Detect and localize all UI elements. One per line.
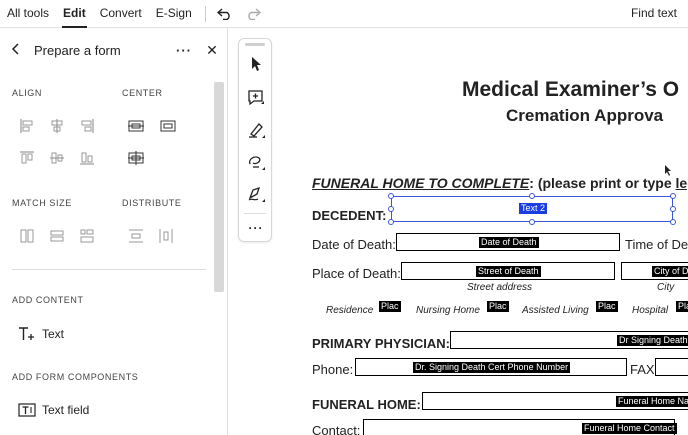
print-note-end: legib [675,175,688,191]
resize-handle-mr[interactable] [670,206,676,212]
toolbar-more-icon[interactable]: ··· [245,217,267,239]
print-note: : (please print or type [529,175,676,191]
menu-all-tools[interactable]: All tools [0,0,56,28]
doc-title: Medical Examiner’s O [462,78,680,101]
add-text-label: Text [42,327,65,341]
contact-label: Contact: [312,423,361,435]
redo-icon[interactable] [242,3,264,25]
draw-freeform-icon[interactable] [245,151,267,173]
menu-edit[interactable]: Edit [56,0,93,28]
center-both-icon[interactable] [125,147,147,169]
pdf-document-page: Medical Examiner’s O Cremation Approva F… [285,28,688,435]
city-of-death-tag: City of De [652,266,688,277]
center-vertical-icon[interactable] [157,115,179,137]
menu-convert[interactable]: Convert [93,0,149,28]
panel-title: Prepare a form [34,42,121,58]
undo-icon[interactable] [214,3,236,25]
align-vertical-middle-icon[interactable] [46,147,68,169]
add-form-components-label: ADD FORM COMPONENTS [12,372,139,382]
highlight-pen-icon[interactable] [245,119,267,141]
align-right-icon[interactable] [76,115,98,137]
time-of-death-label: Time of De [625,237,688,252]
sign-fill-icon[interactable] [245,183,267,205]
menu-esign[interactable]: E-Sign [149,0,199,28]
text-field-icon [18,401,36,419]
back-arrow-icon[interactable] [10,42,22,58]
date-of-death-tag: Date of Death [479,237,539,248]
resize-handle-tr[interactable] [670,193,676,199]
match-width-icon[interactable] [16,225,38,247]
resize-handle-bc[interactable] [529,219,535,225]
city-caption: City [657,282,675,293]
assisted-living-label: Assisted Living [522,305,589,316]
resize-handle-tc[interactable] [529,193,535,199]
match-height-icon[interactable] [46,225,68,247]
residence-checkbox[interactable]: Plac [379,301,401,312]
nursing-home-label: Nursing Home [416,305,480,316]
add-content-label: ADD CONTENT [12,295,84,305]
center-horizontal-icon[interactable] [125,115,147,137]
text-field-label: Text field [42,403,90,417]
phone-tag: Dr. Signing Death Cert Phone Number [413,362,571,373]
hospital-checkbox[interactable]: Pla [676,301,688,312]
place-of-death-label: Place of Death: [312,266,401,281]
match-size-label: MATCH SIZE [12,198,72,208]
add-text-button[interactable]: Text [18,325,64,343]
distribute-horizontal-icon[interactable] [155,225,177,247]
menubar-separator [204,5,206,22]
align-top-icon[interactable] [16,147,38,169]
vertical-toolbar: ··· [238,38,272,242]
align-left-icon[interactable] [16,115,38,137]
close-icon[interactable]: ✕ [197,42,227,59]
phone-label: Phone: [312,362,354,377]
resize-handle-bl[interactable] [388,219,394,225]
find-text-button[interactable]: Find text [624,0,684,28]
distribute-vertical-icon[interactable] [125,225,147,247]
top-menubar: All tools Edit Convert E-Sign Find text [0,0,688,28]
primary-physician-label: PRIMARY PHYSICIAN: [312,336,450,351]
residence-label: Residence [326,305,374,316]
center-label: CENTER [122,88,163,98]
align-bottom-icon[interactable] [76,147,98,169]
add-text-icon [18,325,36,343]
resize-handle-br[interactable] [670,219,676,225]
funeral-home-instructions: FUNERAL HOME TO COMPLETE: (please print … [312,175,688,191]
panel-scrollbar[interactable] [214,82,224,292]
funeral-home-label: FUNERAL HOME: [312,397,421,412]
prepare-form-panel: Prepare a form ··· ✕ ALIGN CENTER MATCH … [0,28,228,435]
resize-handle-tl[interactable] [388,193,394,199]
nursing-home-checkbox[interactable]: Plac [487,301,509,312]
fax-label: FAX [630,362,655,377]
resize-handle-ml[interactable] [388,206,394,212]
assisted-living-checkbox[interactable]: Plac [596,301,618,312]
panel-divider [12,269,206,270]
street-address-caption: Street address [467,282,533,293]
doc-subtitle: Cremation Approva [506,106,664,125]
match-both-icon[interactable] [76,225,98,247]
align-label: ALIGN [12,88,43,98]
physician-tag: Dr Signing Death [617,335,688,346]
distribute-label: DISTRIBUTE [122,198,182,208]
align-horizontal-center-icon[interactable] [46,115,68,137]
toolbar-divider [244,213,266,214]
select-pointer-icon[interactable] [245,53,267,75]
toolbar-grip[interactable] [245,43,265,46]
decedent-label: DECEDENT: [312,208,387,223]
more-options-icon[interactable]: ··· [171,43,197,58]
street-of-death-tag: Street of Death [476,266,541,277]
hospital-label: Hospital [632,305,669,316]
add-text-field-button[interactable]: Text field [18,401,89,419]
date-of-death-label: Date of Death: [312,237,396,252]
funeral-home-tag: Funeral Home Na [616,396,688,407]
contact-tag: Funeral Home Contact [582,423,677,434]
add-comment-icon[interactable] [245,87,267,109]
panel-header: Prepare a form ··· ✕ [0,28,227,72]
text2-field-tag: Text 2 [519,203,548,214]
fax-field[interactable] [655,358,688,376]
funeral-home-heading: FUNERAL HOME TO COMPLETE [312,175,530,191]
